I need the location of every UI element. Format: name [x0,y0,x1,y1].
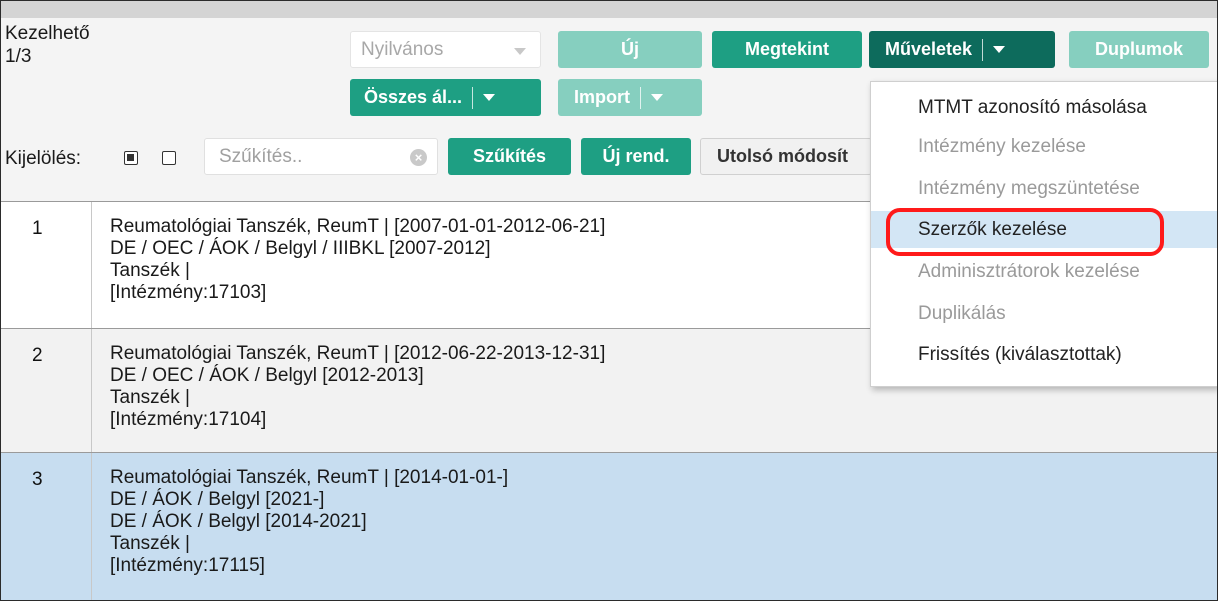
menu-item-duplicate: Duplikálás [918,302,1006,324]
visibility-select[interactable]: Nyilvános [350,31,541,68]
row-number: 2 [1,329,92,452]
button-divider [982,38,984,61]
status-filter-label: Összes ál... [364,87,463,107]
row-line: [Intézmény:17104] [110,409,267,430]
row-content: Reumatológiai Tanszék, ReumT | [2012-06-… [110,343,605,431]
button-divider [472,86,474,109]
row-line: [Intézmény:17115] [110,555,265,576]
row-line: Tanszék | [110,387,190,408]
chevron-down-icon [651,94,663,101]
menu-item-manage-admins: Adminisztrátorok kezelése [918,260,1140,282]
row-content: Reumatológiai Tanszék, ReumT | [2007-01-… [110,216,605,304]
row-line: DE / ÁOK / Belgyl [2014-2021] [110,511,367,532]
menu-item-refresh-selected[interactable]: Frissítés (kiválasztottak) [871,336,1217,373]
chevron-down-icon [993,46,1006,53]
button-divider [640,86,641,109]
row-content: Reumatológiai Tanszék, ReumT | [2014-01-… [110,467,508,577]
menu-item-manage-institution: Intézmény kezelése [918,135,1086,157]
top-bar [1,1,1217,18]
select-none-checkbox[interactable] [162,151,176,165]
import-button-label: Import [574,87,630,107]
row-number: 1 [1,202,92,328]
row-line: Reumatológiai Tanszék, ReumT | [2014-01-… [110,467,509,488]
menu-item-copy-mtmt-id[interactable]: MTMT azonosító másolása [871,89,1217,126]
actions-button[interactable]: Műveletek [869,31,1055,68]
row-line: Tanszék | [110,260,190,281]
visibility-select-value: Nyilvános [361,38,444,60]
row-line: Reumatológiai Tanszék, ReumT | [2012-06-… [110,343,606,364]
chevron-down-icon [483,94,496,101]
view-button[interactable]: Megtekint [712,31,862,68]
table-row-selected[interactable]: 3 Reumatológiai Tanszék, ReumT | [2014-0… [1,452,1217,600]
row-number: 3 [1,453,92,600]
menu-item-close-institution: Intézmény megszüntetése [918,177,1140,199]
clear-icon[interactable]: × [410,149,427,166]
row-line: Reumatológiai Tanszék, ReumT | [2007-01-… [110,216,606,237]
row-line: [Intézmény:17103] [110,282,267,303]
row-line: DE / ÁOK / Belgyl [2021-] [110,489,325,510]
select-all-checkbox[interactable] [124,151,138,165]
row-line: Tanszék | [110,533,190,554]
row-line: DE / OEC / ÁOK / Belgyl [2012-2013] [110,365,424,386]
app-window: Kezelhető 1/3 Nyilvános Új Megtekint Műv… [0,0,1218,601]
duplicates-button[interactable]: Duplumok [1069,31,1209,68]
import-button[interactable]: Import [558,79,702,116]
selection-label: Kijelölés: [5,148,82,169]
filter-button[interactable]: Szűkítés [448,138,571,175]
status-label: Kezelhető [5,23,90,44]
status-filter-button[interactable]: Összes ál... [350,79,541,116]
sort-button[interactable]: Utolsó módosít [700,138,872,175]
record-count: 1/3 [5,46,32,67]
new-order-button[interactable]: Új rend. [581,138,691,175]
chevron-down-icon [514,48,526,55]
filter-input[interactable]: Szűkítés.. × [204,138,438,175]
highlight-annotation [886,208,1164,256]
filter-placeholder: Szűkítés.. [219,145,303,167]
actions-button-label: Műveletek [885,39,973,59]
row-line: DE / OEC / ÁOK / Belgyl / IIIBKL [2007-2… [110,238,491,259]
new-button[interactable]: Új [558,31,702,68]
